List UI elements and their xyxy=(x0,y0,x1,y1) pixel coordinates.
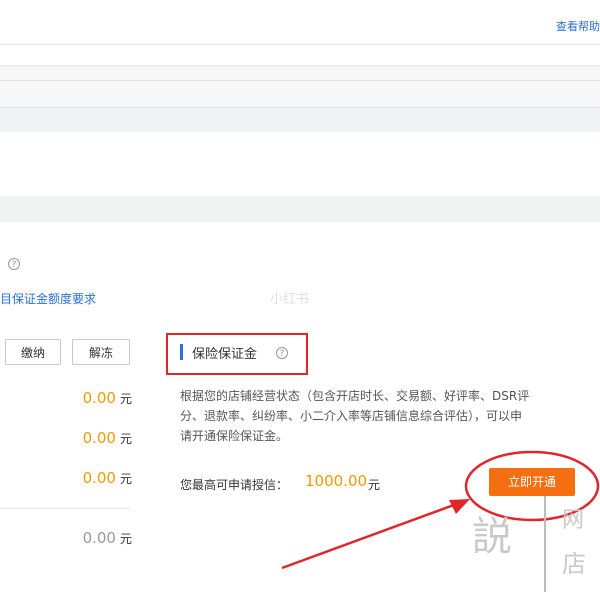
watermark-char: 説 xyxy=(472,514,512,560)
watermark-char: 网 xyxy=(562,508,585,533)
watermark-divider xyxy=(544,496,546,592)
watermark-char: 店 xyxy=(562,550,586,578)
corner-watermark: 説 网 店 xyxy=(472,496,600,600)
annotation-arrow-shaft xyxy=(281,500,463,570)
